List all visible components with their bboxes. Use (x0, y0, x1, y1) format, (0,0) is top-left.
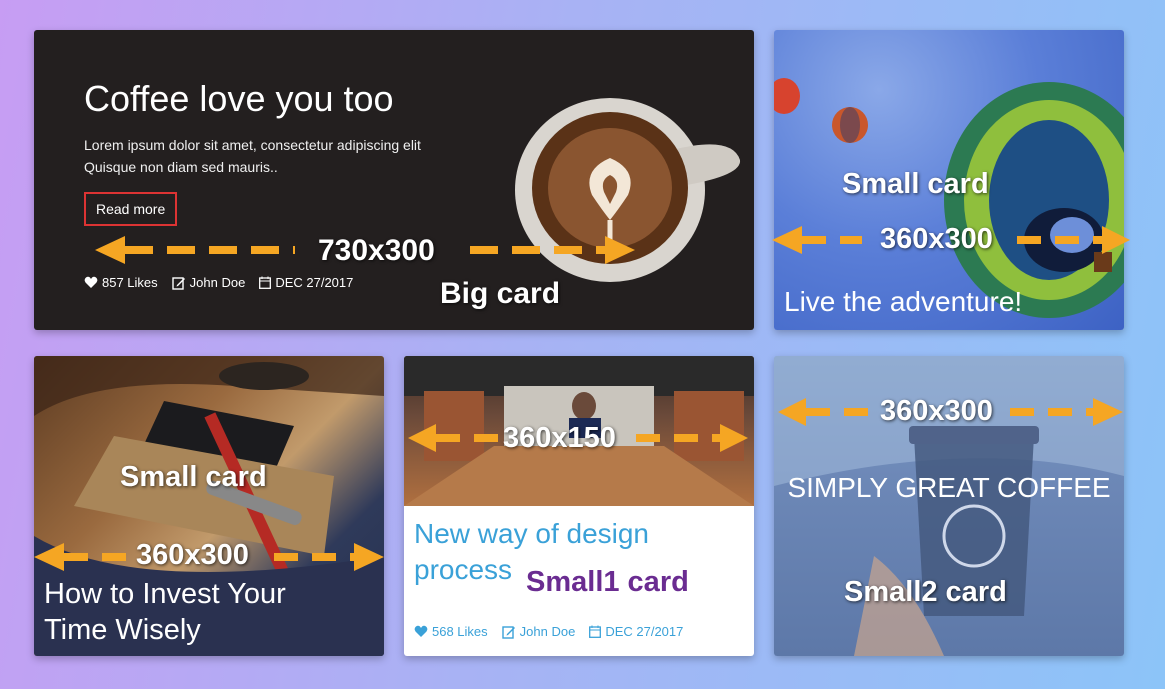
design-card-label: Small1 card (526, 566, 689, 598)
likes-count: 857 Likes (102, 275, 158, 290)
balloon-card-label: Small card (842, 168, 989, 200)
notebook-size-label: 360x300 (136, 539, 249, 571)
coffee-card-title: SIMPLY GREAT COFFEE (787, 472, 1111, 503)
read-more-button[interactable]: Read more (84, 192, 178, 226)
design-size-label: 360x150 (503, 422, 616, 454)
coffee-cup-image (515, 98, 741, 282)
coffee-card-label: Small2 card (844, 576, 1007, 608)
big-card-label: Big card (440, 277, 561, 310)
edit-icon (171, 276, 185, 290)
design-card-meta: 568 Likes John Doe DEC 27/2017 (414, 624, 683, 639)
notebook-card[interactable]: How to Invest Your Time Wisely (34, 356, 384, 656)
author-item[interactable]: John Doe (171, 275, 246, 290)
post-date: DEC 27/2017 (605, 624, 684, 639)
date-item: DEC 27/2017 (589, 624, 683, 639)
edit-icon (501, 625, 515, 639)
notebook-card-label: Small card (120, 461, 267, 493)
notebook-card-title: How to Invest Your Time Wisely (44, 578, 286, 646)
author-name: John Doe (189, 275, 246, 290)
balloon-card-title: Live the adventure! (784, 286, 1023, 317)
date-item: DEC 27/2017 (259, 275, 353, 290)
author-item[interactable]: John Doe (501, 624, 576, 639)
big-card-description: Lorem ipsum dolor sit amet, consectetur … (84, 137, 421, 175)
big-size-label: 730x300 (318, 234, 435, 267)
heart-icon (84, 276, 98, 288)
calendar-icon (589, 625, 602, 638)
coffee-size-label: 360x300 (880, 395, 993, 427)
calendar-icon (259, 276, 272, 289)
balloon-size-label: 360x300 (880, 223, 993, 255)
heart-icon (414, 625, 428, 637)
big-card[interactable]: Coffee love you too Lorem ipsum dolor si… (34, 30, 754, 330)
post-date: DEC 27/2017 (275, 275, 354, 290)
big-card-title: Coffee love you too (84, 78, 394, 119)
likes-item[interactable]: 857 Likes (84, 275, 158, 290)
likes-count: 568 Likes (432, 624, 488, 639)
author-name: John Doe (519, 624, 576, 639)
likes-item[interactable]: 568 Likes (414, 624, 488, 639)
big-card-meta: 857 Likes John Doe DEC 27/2017 (84, 275, 353, 290)
design-card[interactable]: New way of design process 568 Likes John… (404, 356, 754, 656)
